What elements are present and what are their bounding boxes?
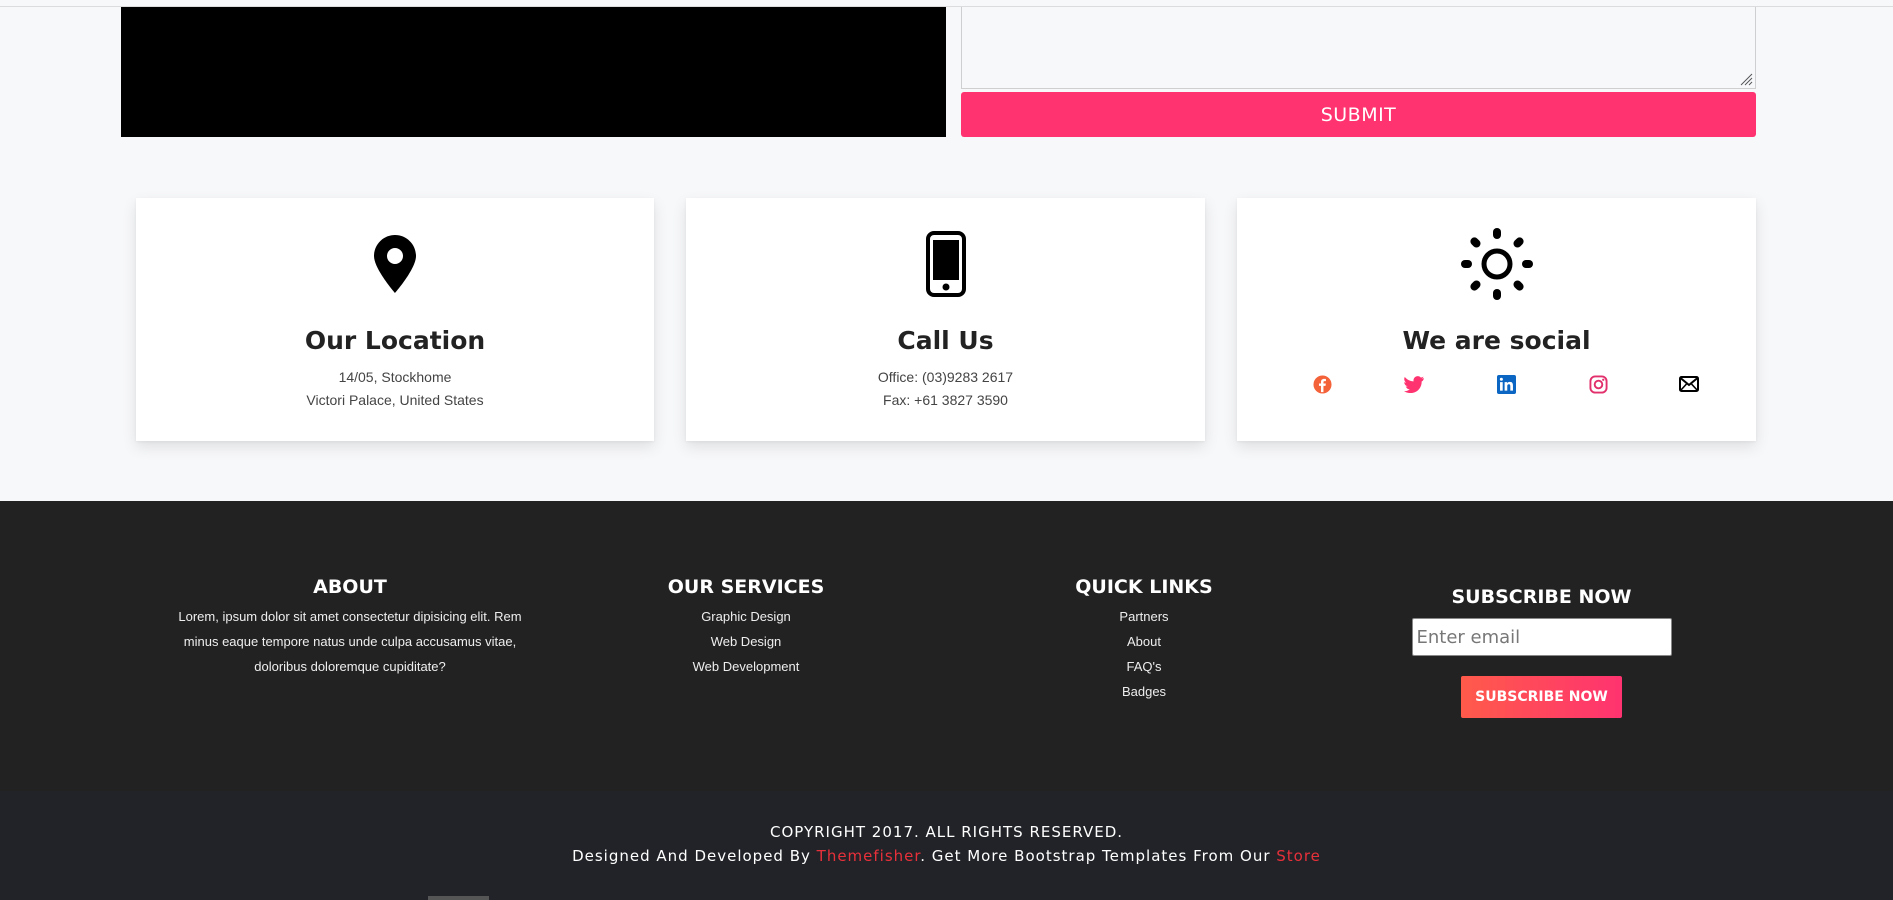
email-icon[interactable] — [1679, 374, 1699, 394]
sun-icon — [1460, 228, 1533, 300]
facebook-icon[interactable] — [1312, 374, 1332, 394]
location-card: Our Location 14/05, Stockhome Victori Pa… — [136, 198, 654, 441]
map-embed[interactable] — [121, 7, 946, 137]
card-title: We are social — [1402, 326, 1591, 355]
office-phone: Office: (03)9283 2617 — [877, 369, 1014, 385]
address-line-2: Victori Palace, United States — [306, 392, 484, 408]
credit-middle: . Get More Bootstrap Templates From Our — [920, 847, 1277, 865]
submit-button[interactable]: SUBMIT — [961, 92, 1756, 137]
subscribe-heading: SUBSCRIBE NOW — [1451, 586, 1632, 608]
card-title: Call Us — [897, 326, 994, 355]
instagram-icon[interactable] — [1588, 374, 1608, 394]
about-text: Lorem, ipsum dolor sit amet consectetur … — [178, 609, 522, 674]
mobile-phone-icon — [910, 228, 982, 300]
credit-prefix: Designed And Developed By — [572, 847, 817, 865]
quick-link[interactable]: Partners — [1044, 604, 1244, 629]
quick-link[interactable]: About — [1044, 629, 1244, 654]
resize-grip-icon[interactable] — [1739, 72, 1753, 86]
footer-subscribe: SUBSCRIBE NOW SUBSCRIBE NOW — [1400, 586, 1683, 718]
footer: ABOUT Lorem, ipsum dolor sit amet consec… — [0, 501, 1893, 791]
quick-link[interactable]: Badges — [1044, 679, 1244, 704]
social-card: We are social — [1237, 198, 1756, 441]
address-line-1: 14/05, Stockhome — [338, 369, 452, 385]
location-pin-icon — [359, 228, 431, 300]
services-heading: OUR SERVICES — [667, 576, 825, 598]
footer-about: ABOUT Lorem, ipsum dolor sit amet consec… — [160, 576, 540, 679]
copyright-text: COPYRIGHT 2017. ALL RIGHTS RESERVED. — [769, 823, 1124, 841]
service-link[interactable]: Web Development — [646, 654, 846, 679]
themefisher-link[interactable]: Themefisher — [817, 847, 921, 865]
message-textarea[interactable] — [961, 7, 1756, 89]
subscribe-button[interactable]: SUBSCRIBE NOW — [1461, 676, 1622, 718]
footer-quick-links: QUICK LINKS Partners About FAQ's Badges — [1044, 576, 1244, 704]
linkedin-icon[interactable] — [1496, 374, 1516, 394]
about-heading: ABOUT — [313, 576, 387, 598]
service-link[interactable]: Graphic Design — [646, 604, 846, 629]
fax-number: Fax: +61 3827 3590 — [883, 392, 1008, 408]
copyright-bar: COPYRIGHT 2017. ALL RIGHTS RESERVED. Des… — [0, 791, 1893, 900]
twitter-icon[interactable] — [1404, 374, 1424, 394]
store-link[interactable]: Store — [1276, 847, 1321, 865]
service-link[interactable]: Web Design — [646, 629, 846, 654]
footer-services: OUR SERVICES Graphic Design Web Design W… — [646, 576, 846, 679]
email-input[interactable] — [1411, 618, 1672, 656]
scroll-indicator — [428, 896, 489, 900]
quick-link[interactable]: FAQ's — [1044, 654, 1244, 679]
quick-links-heading: QUICK LINKS — [1075, 576, 1213, 598]
credit-line: Designed And Developed By Themefisher. G… — [0, 847, 1893, 865]
call-card: Call Us Office: (03)9283 2617 Fax: +61 3… — [686, 198, 1205, 441]
card-title: Our Location — [304, 326, 486, 355]
